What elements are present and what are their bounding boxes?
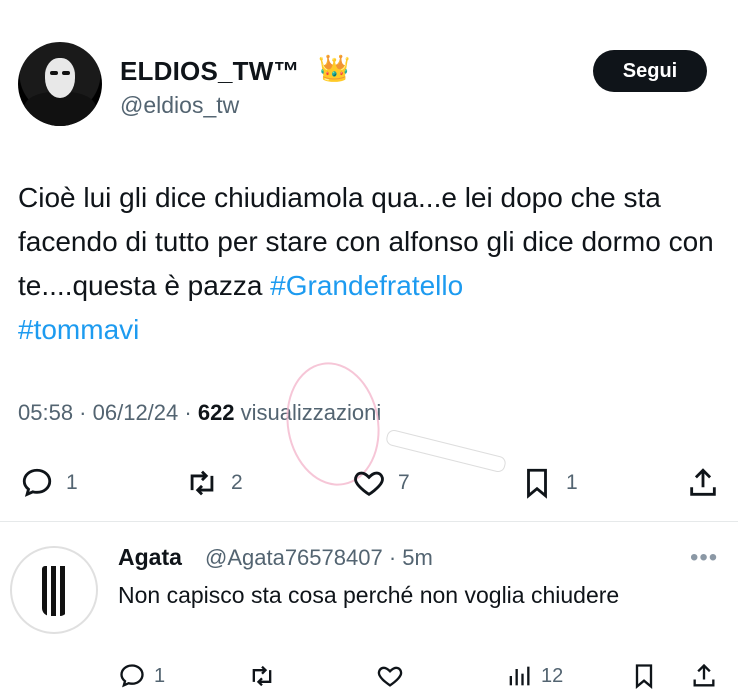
- bookmark-button[interactable]: 1: [520, 455, 578, 511]
- bookmark-icon: [527, 468, 547, 499]
- share-icon: [693, 663, 715, 687]
- crown-icon: 👑: [318, 53, 351, 83]
- heart-icon: [377, 666, 403, 687]
- views-icon: [509, 666, 530, 686]
- like-button[interactable]: 7: [352, 455, 410, 511]
- main-tweet: ELDIOS_TW™ 👑 @eldios_tw Segui Cioè lui g…: [0, 0, 738, 520]
- views-count: 622: [197, 400, 235, 425]
- share-icon: [690, 468, 716, 496]
- divider: [0, 521, 738, 522]
- reply-reply-count: 1: [154, 664, 166, 687]
- reply-views-button[interactable]: 12: [505, 662, 563, 690]
- reply-views-count: 12: [541, 664, 564, 687]
- author-display-name[interactable]: ELDIOS_TW™: [120, 56, 300, 87]
- heart-icon: [354, 471, 384, 497]
- reply-count: 1: [66, 471, 78, 494]
- tweet-text: Cioè lui gli dice chiudiamola qua...e le…: [18, 176, 718, 352]
- reply-bookmark-button[interactable]: [630, 662, 658, 690]
- hashtag-link[interactable]: #Grandefratello: [270, 270, 463, 301]
- tweet-date[interactable]: 06/12/24: [93, 400, 179, 425]
- reply-retweet-button[interactable]: [248, 662, 276, 690]
- reply-tweet[interactable]: Agata @Agata76578407 · 5m ••• Non capisc…: [0, 530, 738, 691]
- reply-author-name[interactable]: Agata: [118, 544, 182, 571]
- bookmark-count: 1: [566, 471, 578, 494]
- reply-button[interactable]: 1: [20, 455, 78, 511]
- like-count: 7: [398, 471, 410, 494]
- hashtag-link[interactable]: #tommavi: [18, 314, 139, 345]
- author-handle[interactable]: @eldios_tw: [120, 92, 239, 119]
- reply-share-button[interactable]: [690, 662, 718, 690]
- reply-actions: 1 12: [0, 660, 738, 691]
- retweet-icon: [190, 470, 214, 496]
- reply-text: Non capisco sta cosa perché non voglia c…: [118, 582, 620, 608]
- retweet-count: 2: [231, 471, 243, 494]
- author-avatar[interactable]: [18, 42, 102, 126]
- reply-icon: [120, 664, 144, 688]
- follow-button[interactable]: Segui: [593, 50, 707, 92]
- reply-reply-button[interactable]: 1: [118, 662, 165, 690]
- reply-like-button[interactable]: [376, 662, 404, 690]
- reply-avatar[interactable]: [10, 546, 98, 634]
- retweet-icon: [252, 665, 272, 687]
- tweet-time[interactable]: 05:58: [18, 400, 73, 425]
- bookmark-icon: [635, 664, 653, 689]
- share-button[interactable]: [686, 455, 720, 511]
- reply-handle-time[interactable]: @Agata76578407 · 5m: [205, 545, 433, 571]
- retweet-button[interactable]: 2: [185, 455, 243, 511]
- reply-icon: [22, 468, 52, 497]
- tweet-actions: 1 2 7 1: [0, 455, 738, 511]
- more-icon[interactable]: •••: [690, 544, 718, 572]
